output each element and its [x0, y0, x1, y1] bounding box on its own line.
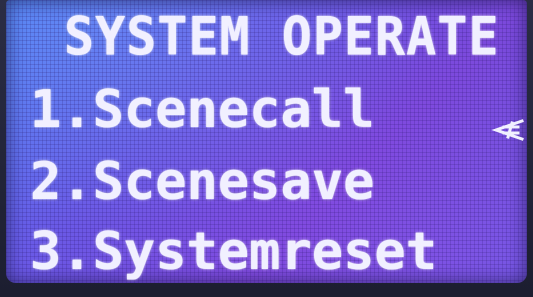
menu-item-label: Systemreset: [92, 222, 437, 282]
menu-item-number: 1.: [30, 80, 93, 140]
menu-item-number: 3.: [30, 222, 93, 282]
menu-item-number: 2.: [30, 152, 93, 212]
selection-pointer-icon: [491, 119, 524, 141]
menu-item-label: Scenecall: [92, 80, 375, 140]
menu-item-scenecall[interactable]: 1.Scenecall: [30, 80, 374, 140]
screen-title: SYSTEM OPERATE: [64, 6, 500, 67]
menu-item-systemreset[interactable]: 3.Systemreset: [30, 222, 437, 282]
menu-item-scenesave[interactable]: 2.Scenesave: [30, 152, 374, 212]
lcd-screen: SYSTEM OPERATE 1.Scenecall 2.Scenesave 3…: [6, 0, 527, 283]
menu-item-label: Scenesave: [92, 152, 375, 212]
